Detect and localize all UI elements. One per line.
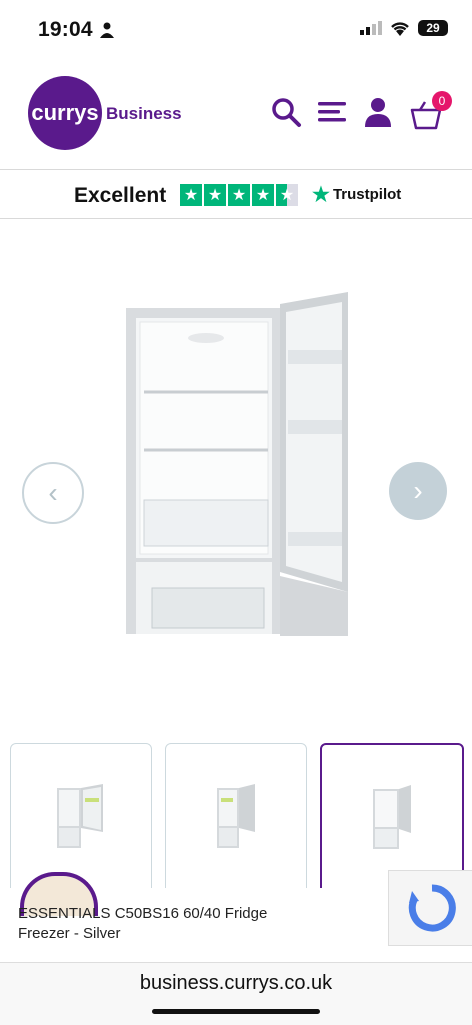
thumbnail-image	[373, 785, 411, 849]
status-time: 19:04	[38, 18, 93, 41]
menu-icon[interactable]	[316, 96, 348, 128]
browser-url[interactable]: business.currys.co.uk	[0, 972, 472, 995]
star-icon: ★	[228, 184, 250, 206]
half-star-icon: ★	[276, 184, 298, 206]
header-divider	[0, 169, 472, 170]
account-icon[interactable]	[362, 96, 394, 128]
gallery-next-button[interactable]: ›	[389, 462, 447, 520]
chevron-right-icon: ›	[413, 475, 423, 506]
trustpilot-stars: ★ ★ ★ ★ ★	[180, 184, 298, 206]
logo-business-label: Business	[106, 104, 182, 123]
gallery-prev-button[interactable]: ‹	[22, 462, 84, 524]
recaptcha-badge[interactable]	[388, 870, 472, 946]
search-icon[interactable]	[270, 96, 302, 128]
signal-icon	[360, 21, 382, 35]
status-indicators: 29	[360, 20, 448, 36]
basket-count-badge: 0	[432, 91, 452, 111]
product-image[interactable]	[126, 292, 348, 636]
battery-icon: 29	[418, 20, 448, 36]
home-indicator[interactable]	[152, 1009, 320, 1014]
trust-rating-label: Excellent	[74, 184, 167, 207]
chevron-left-icon: ‹	[48, 477, 58, 508]
star-icon: ★	[204, 184, 226, 206]
trustpilot-logo[interactable]: ★ Trustpilot	[312, 183, 401, 206]
wifi-icon	[391, 21, 409, 36]
product-title: ESSENTIALS C50BS16 60/40 Fridge Freezer …	[18, 905, 268, 942]
trustpilot-star-icon: ★	[312, 183, 330, 206]
currys-logo[interactable]: currys	[28, 76, 102, 150]
thumbnail-image	[217, 784, 255, 848]
recaptcha-icon	[408, 884, 456, 932]
star-icon: ★	[180, 184, 202, 206]
star-icon: ★	[252, 184, 274, 206]
person-icon	[100, 22, 114, 38]
gallery-thumbnail[interactable]	[10, 743, 152, 895]
gallery-thumbnail[interactable]	[165, 743, 307, 895]
thumbnail-image	[57, 784, 103, 848]
trust-divider	[0, 218, 472, 219]
